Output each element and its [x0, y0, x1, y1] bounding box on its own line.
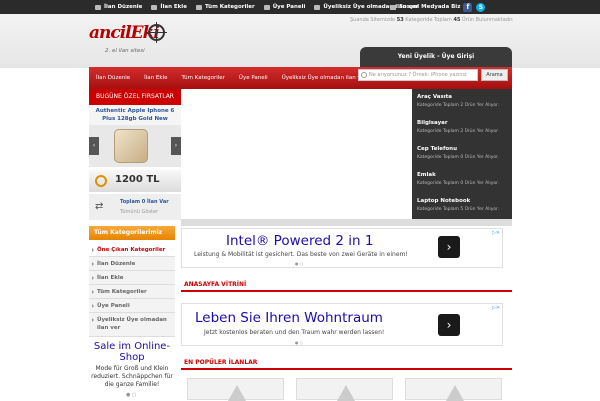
- sidebar-item-featured[interactable]: Öne Çıkan Kategoriler: [89, 243, 175, 257]
- deal-title[interactable]: Authentic Apple Iphone 6 Plus 128gb Gold…: [89, 105, 181, 125]
- sidebar-heading: Tüm Kategorilerimiz: [89, 226, 175, 240]
- warning-icon: [337, 385, 355, 401]
- skype-icon[interactable]: S: [476, 2, 486, 12]
- deal-heading: BUGÜNE ÖZEL FIRSATLAR: [89, 89, 181, 105]
- sidebar-item-member-panel[interactable]: Üye Paneli: [89, 299, 175, 313]
- search-icon: [361, 72, 367, 78]
- facebook-icon[interactable]: f: [463, 2, 473, 12]
- list-icon: [195, 4, 202, 10]
- top-nav-edit-ad[interactable]: İlan Düzenle: [95, 4, 151, 10]
- nav-all-categories[interactable]: Tüm Kategoriler: [174, 75, 231, 81]
- next-arrow-icon[interactable]: ›: [171, 137, 181, 155]
- carousel-dots-icon: ● ○: [126, 392, 137, 398]
- carousel-dots-icon: ● ○: [295, 340, 304, 345]
- sidebar-item-edit-ad[interactable]: İlan Düzenle: [89, 257, 175, 271]
- search-button[interactable]: Arama: [481, 69, 508, 81]
- sidebar-item-add-ad[interactable]: İlan Ekle: [89, 271, 175, 285]
- main-slider: [181, 89, 412, 219]
- show-all-link[interactable]: Tümünü Göster: [120, 209, 158, 215]
- category-item[interactable]: Araç Vasıta Kategoride Toplam 2 Ürün Yer …: [412, 89, 512, 115]
- category-item[interactable]: Cep Telefonu Kategoride Toplam 0 Ürün Yer…: [412, 141, 512, 167]
- warning-icon: [446, 385, 464, 401]
- top-nav-all-categories[interactable]: Tüm Kategoriler: [195, 4, 264, 10]
- category-panel: Araç Vasıta Kategoride Toplam 2 Ürün Yer …: [412, 89, 512, 219]
- share-icon: [390, 4, 396, 10]
- site-stats: Şuanda Sitemizde 53 Kategoride Toplam 45…: [350, 17, 514, 23]
- top-bar: İlan Düzenle İlan Ekle Tüm Kategoriler Ü…: [0, 0, 600, 14]
- phone-image: [114, 129, 148, 163]
- register-login-button[interactable]: Yeni Üyelik - Üye Girişi: [360, 47, 512, 67]
- divider: [181, 219, 512, 226]
- nav-edit-ad[interactable]: İlan Düzenle: [89, 75, 137, 81]
- ad-arrow-icon[interactable]: ›: [438, 314, 460, 336]
- site-tagline: 2. el ilan sitesi: [105, 48, 145, 54]
- user-icon: [263, 4, 270, 10]
- nav-add-ad[interactable]: İlan Ekle: [137, 75, 174, 81]
- ad-arrow-icon[interactable]: ›: [438, 236, 460, 258]
- shuffle-icon: ⇄: [95, 201, 104, 212]
- price-tag-icon: [95, 175, 107, 187]
- top-nav: İlan Düzenle İlan Ekle Tüm Kategoriler Ü…: [95, 0, 428, 14]
- add-icon: [151, 4, 158, 10]
- warning-icon: [228, 385, 246, 401]
- social-links: Sosyal Medyada Biz f S: [390, 0, 486, 14]
- ad-sidebar-sale[interactable]: Sale im Online-Shop Mode für Groß und Kl…: [89, 339, 175, 400]
- top-nav-member-panel[interactable]: Üye Paneli: [263, 4, 315, 10]
- edit-icon: [95, 4, 101, 10]
- ad-banner-intel[interactable]: Intel® Powered 2 in 1 Leistung & Mobilit…: [181, 228, 503, 268]
- section-showcase-heading: ANASAYFA VİTRİNİ: [181, 278, 512, 292]
- section-popular-heading: EN POPÜLER İLANLAR: [181, 356, 512, 370]
- crosshair-icon: [146, 22, 167, 43]
- deal-column: BUGÜNE ÖZEL FIRSATLAR Authentic Apple Ip…: [89, 89, 181, 220]
- ad-info-icon[interactable]: ▷✕: [492, 230, 500, 236]
- sidebar-item-guest-post[interactable]: Üyeliksiz Üye olmadan ilan ver: [89, 313, 175, 337]
- sidebar-item-all-categories[interactable]: Tüm Kategoriler: [89, 285, 175, 299]
- deal-price: 1200 TL: [89, 170, 181, 192]
- carousel-dots-icon: ● ○: [295, 261, 304, 266]
- ad-banner-home[interactable]: Leben Sie Ihren Wohntraum Jetzt kostenlo…: [181, 303, 503, 346]
- top-nav-add-ad[interactable]: İlan Ekle: [151, 4, 196, 10]
- category-item[interactable]: Emlak Kategoride Toplam 0 Ürün Yer Alıyor…: [412, 167, 512, 193]
- category-item[interactable]: Laptop Notebook Kategoride Toplam 5 Ürün …: [412, 193, 512, 219]
- post-icon: [314, 4, 321, 10]
- listing-card[interactable]: [296, 378, 393, 401]
- sidebar-menu: Öne Çıkan Kategoriler İlan Düzenle İlan …: [89, 243, 175, 337]
- listing-card[interactable]: [405, 378, 502, 401]
- category-item[interactable]: Bilgisayar Kategoride Toplam 2 Ürün Yer A…: [412, 115, 512, 141]
- deal-image[interactable]: ‹ ›: [89, 125, 181, 167]
- nav-member-panel[interactable]: Üye Paneli: [232, 75, 275, 81]
- listing-card[interactable]: [187, 378, 284, 401]
- total-ads[interactable]: ⇄ Toplam 0 İlan Var Tümünü Göster: [89, 194, 181, 220]
- ad-info-icon[interactable]: ▷✕: [492, 305, 500, 311]
- search-input[interactable]: Ne arıyorsunuz ? Örnek: iPhone yazınız: [358, 69, 478, 81]
- prev-arrow-icon[interactable]: ‹: [89, 137, 99, 155]
